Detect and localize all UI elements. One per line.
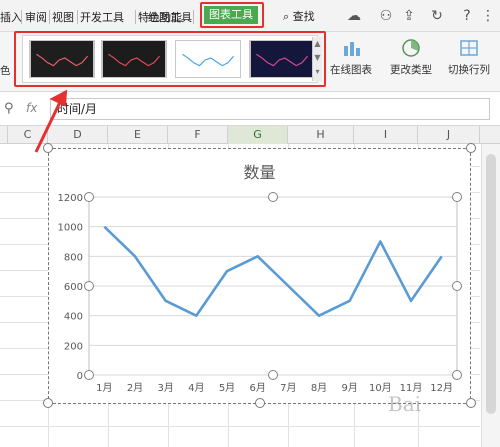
plot-area-handle[interactable] <box>84 192 94 202</box>
plot-area-handle[interactable] <box>452 370 462 380</box>
x-tick-label: 5月 <box>219 382 235 394</box>
x-tick-label: 9月 <box>341 382 357 394</box>
resize-handle-top-left[interactable] <box>43 143 53 153</box>
series-line[interactable] <box>103 225 443 317</box>
plot-area-handle[interactable] <box>84 370 94 380</box>
y-tick-label: 200 <box>64 341 83 352</box>
x-tick-label: 12月 <box>430 382 453 394</box>
x-tick-label: 2月 <box>127 382 143 394</box>
plot-area-handle[interactable] <box>452 281 462 291</box>
resize-handle-bottom-left[interactable] <box>43 398 53 408</box>
x-tick-label: 8月 <box>311 382 327 394</box>
resize-handle-bottom-right[interactable] <box>466 398 476 408</box>
plot-area-handle[interactable] <box>452 192 462 202</box>
resize-handle-bottom-center[interactable] <box>255 398 265 408</box>
y-tick-label: 600 <box>64 282 83 293</box>
y-tick-label: 800 <box>64 252 83 263</box>
x-tick-label: 7月 <box>280 382 296 394</box>
x-tick-label: 3月 <box>157 382 173 394</box>
x-tick-label: 1月 <box>96 382 112 394</box>
watermark: Bai <box>388 392 422 416</box>
x-tick-label: 4月 <box>188 382 204 394</box>
x-tick-label: 6月 <box>249 382 265 394</box>
line-chart[interactable]: 数量 0 200 400 600 800 1000 1200 1月 2月 3月 4月 5月 6月 7月 8月… <box>48 148 471 404</box>
chart-plot: 0 200 400 600 800 1000 1200 1月 2月 3月 4月 5月 6月 7月 8月 9月 1… <box>58 192 462 394</box>
y-tick-label: 400 <box>64 312 83 323</box>
plot-area-handle[interactable] <box>84 281 94 291</box>
plot-area-handle[interactable] <box>268 192 278 202</box>
resize-handle-top-right[interactable] <box>466 143 476 153</box>
y-tick-label: 0 <box>77 371 83 382</box>
plot-area-handle[interactable] <box>268 370 278 380</box>
y-tick-label: 1200 <box>58 193 83 204</box>
y-tick-label: 1000 <box>58 223 83 234</box>
arrow-head <box>49 89 68 107</box>
